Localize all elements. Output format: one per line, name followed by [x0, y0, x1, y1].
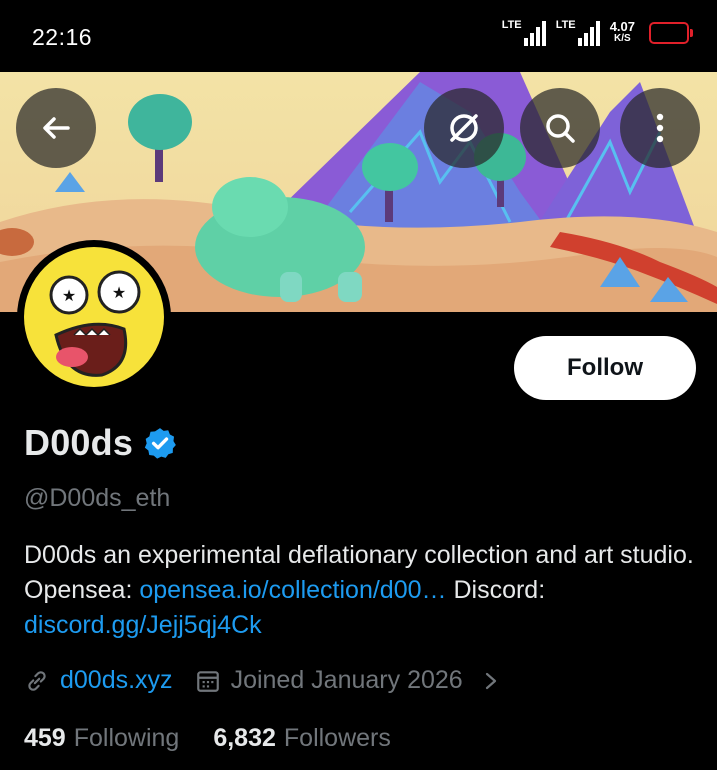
- battery-icon: [649, 22, 693, 44]
- profile-meta: d00ds.xyz Joined January 2026: [24, 666, 501, 695]
- more-vertical-icon: [656, 113, 664, 143]
- network-speed-unit: K/S: [614, 33, 631, 44]
- arrow-left-icon: [43, 117, 70, 139]
- following-label[interactable]: Following: [74, 724, 180, 753]
- joined-date: Joined January 2026: [230, 666, 463, 694]
- svg-text:★: ★: [112, 283, 126, 302]
- avatar-image: ★ ★: [24, 247, 164, 387]
- more-button[interactable]: [620, 88, 700, 168]
- follow-stats: 459 Following 6,832 Followers: [24, 724, 425, 753]
- display-name: D00ds: [24, 422, 134, 463]
- followers-label[interactable]: Followers: [284, 724, 391, 753]
- followers-count[interactable]: 6,832: [213, 724, 276, 753]
- network-speed: 4.07 K/S: [609, 19, 635, 45]
- grok-button[interactable]: [424, 88, 504, 168]
- svg-text:★: ★: [62, 286, 76, 305]
- search-button[interactable]: [520, 88, 600, 168]
- follow-button[interactable]: Follow: [514, 336, 696, 400]
- network-type: LTE: [555, 19, 576, 31]
- discord-link[interactable]: discord.gg/Jejj5qj4Ck: [24, 611, 262, 639]
- network-speed-value: 4.07: [609, 19, 635, 34]
- verified-badge-icon[interactable]: [143, 426, 177, 460]
- status-icons: LTE LTE 4.07 K/S: [502, 19, 693, 46]
- back-button[interactable]: [16, 88, 96, 168]
- status-time: 22:16: [32, 24, 93, 50]
- signal-icon: LTE: [502, 20, 546, 46]
- calendar-icon: [196, 670, 219, 692]
- link-icon: [28, 670, 46, 691]
- search-icon: [546, 114, 575, 143]
- bio: D00ds an experimental deflationary colle…: [24, 538, 694, 643]
- signal-icon: LTE: [556, 20, 600, 46]
- website-link[interactable]: d00ds.xyz: [60, 666, 173, 695]
- status-bar: 22:16 LTE LTE 4.07 K/S: [0, 0, 717, 72]
- opensea-link[interactable]: opensea.io/collection/d00…: [139, 576, 446, 604]
- chevron-right-icon[interactable]: [481, 669, 501, 693]
- name-row: D00ds: [24, 422, 177, 464]
- bio-text: Discord:: [446, 576, 546, 604]
- slashed-circle-icon: [450, 114, 478, 142]
- following-count[interactable]: 459: [24, 724, 66, 753]
- network-type: LTE: [501, 19, 522, 31]
- avatar[interactable]: ★ ★: [17, 240, 171, 394]
- handle: @D00ds_eth: [24, 484, 171, 512]
